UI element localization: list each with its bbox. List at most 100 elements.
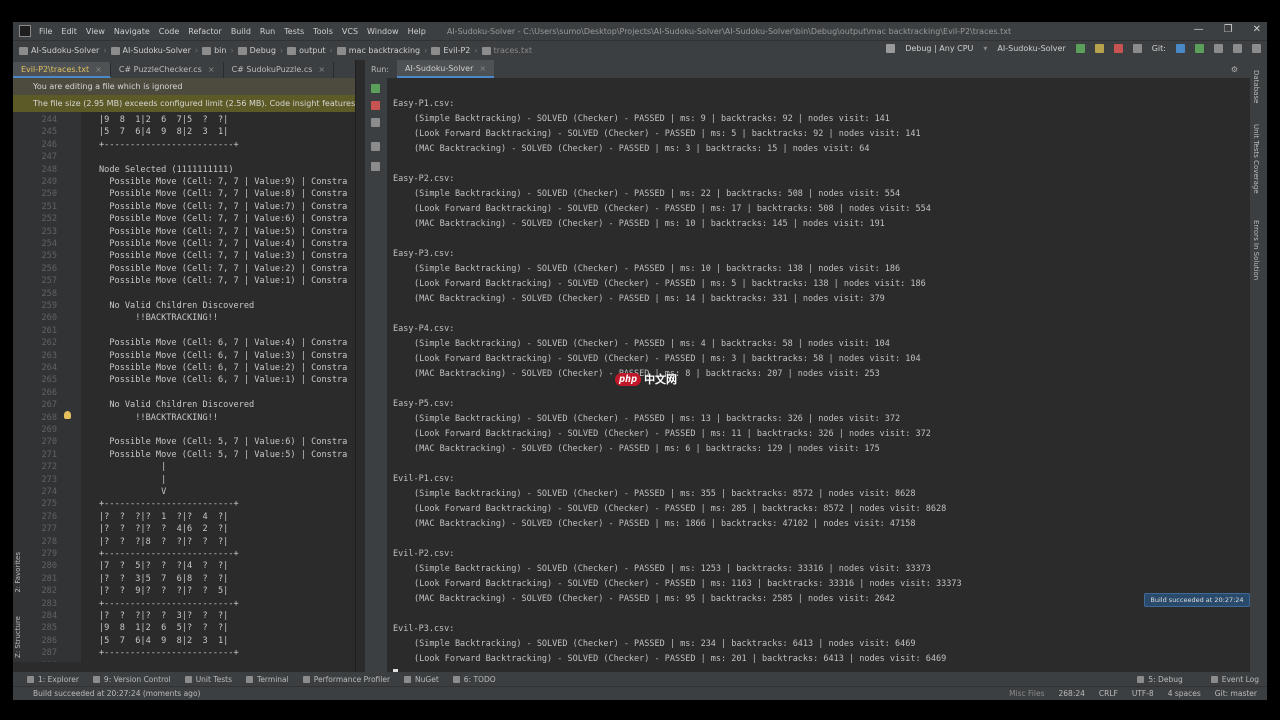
git-branch[interactable]: Git: master [1215,689,1257,698]
ignored-file-banner: You are editing a file which is ignored [13,78,355,95]
tab-puzzlechecker[interactable]: C# PuzzleChecker.cs × [111,62,224,78]
close-tab-icon[interactable]: × [479,64,486,73]
breadcrumb-file[interactable]: traces.txt [481,46,532,55]
code-line: 255 Possible Move (Cell: 7, 7 | Value:3)… [13,250,355,262]
tab-sudokupuzzle[interactable]: C# SudokuPuzzle.cs × [224,62,335,78]
git-update-icon[interactable] [1176,44,1185,53]
breadcrumb-project[interactable]: AI-Sudoku-Solver › [110,46,203,55]
tool-database[interactable]: Database [1252,70,1260,103]
file-size-warning-banner: The file size (2.95 MB) exceeds configur… [13,95,355,112]
code-line: 249 Possible Move (Cell: 7, 7 | Value:9)… [13,176,355,188]
hammer-icon[interactable] [886,44,896,53]
minimize-icon[interactable]: — [1194,24,1204,35]
tool-favorites[interactable]: 2: Favorites [14,552,22,593]
close-tab-icon[interactable]: × [318,65,325,74]
navigation-bar: AI-Sudoku-Solver › AI-Sudoku-Solver › bin ›… [13,40,1267,60]
tab-traces-txt[interactable]: Evil-P2\traces.txt × [13,62,111,78]
tool-errors-in-solution[interactable]: Errors In Solution [1252,220,1260,280]
menu-code[interactable]: Code [159,27,179,36]
code-line: 263 Possible Move (Cell: 6, 7 | Value:3)… [13,350,355,362]
breadcrumb-bin[interactable]: bin › [202,46,238,55]
clear-icon[interactable] [371,162,380,171]
run-icon[interactable] [1075,44,1085,53]
file-encoding[interactable]: UTF-8 [1132,689,1154,698]
code-line: 277 |? ? ?|? ? 4|6 2 ?| [13,523,355,535]
menu-vcs[interactable]: VCS [342,27,358,36]
menu-file[interactable]: File [39,27,52,36]
git-commit-icon[interactable] [1195,44,1204,53]
settings-icon[interactable] [1233,44,1242,53]
run-tab[interactable]: AI-Sudoku-Solver × [397,60,495,78]
breadcrumb-evil-p2[interactable]: Evil-P2 › [431,46,481,55]
menu-view[interactable]: View [86,27,105,36]
line-separator[interactable]: CRLF [1099,689,1118,698]
breadcrumb-solution[interactable]: AI-Sudoku-Solver › [19,46,111,55]
scroll-to-end-icon[interactable] [371,142,380,151]
tool-label: 1: Explorer [38,674,79,684]
console-result-line: (Look Forward Backtracking) - SOLVED (Ch… [414,354,921,364]
lightbulb-icon[interactable] [64,411,71,419]
status-bar: Build succeeded at 20:27:24 (moments ago… [13,686,1267,700]
breadcrumb-label: AI-Sudoku-Solver [122,46,191,55]
menu-tools[interactable]: Tools [313,27,333,36]
code-line: 247 [13,151,355,163]
tool-event-log[interactable]: Event Log [1210,675,1259,684]
restore-icon[interactable]: ❐ [1224,24,1233,35]
stop-icon[interactable] [371,101,380,110]
tool-unit-tests[interactable]: Unit Tests [184,675,232,684]
line-number: 265 [41,375,57,386]
line-number: 257 [41,276,57,287]
search-icon[interactable] [1252,44,1261,53]
menu-run[interactable]: Run [260,27,275,36]
build-notification[interactable]: Build succeeded at 20:27:24 [1144,593,1250,607]
tool-nuget[interactable]: NuGet [404,675,439,684]
code-line: 244 |9 8 1|2 6 7|5 ? ?| [13,114,355,126]
nuget-icon [404,675,412,683]
rider-logo-icon [19,25,31,37]
breadcrumb-separator: › [474,46,478,55]
status-indicators: Misc Files 268:24 CRLF UTF-8 4 spaces Gi… [1009,689,1257,698]
close-tab-icon[interactable]: × [208,65,215,74]
menu-edit[interactable]: Edit [61,27,77,36]
close-tab-icon[interactable]: × [95,65,102,74]
menu-tests[interactable]: Tests [284,27,304,36]
breadcrumb-debug[interactable]: Debug › [237,46,288,55]
project-select[interactable]: AI-Sudoku-Solver [997,44,1065,53]
coverage-icon[interactable] [1132,44,1142,53]
code-line: 260 !!BACKTRACKING!! [13,312,355,324]
file-context[interactable]: Misc Files [1009,689,1044,698]
configuration-select[interactable]: Debug | Any CPU [905,44,973,53]
code-area[interactable]: 244 |9 8 1|2 6 7|5 ? ?| 245 |5 7 6|4 9 8|2 … [13,112,355,662]
menu-navigate[interactable]: Navigate [114,27,150,36]
gear-icon[interactable]: ⚙ [1231,65,1238,74]
menu-help[interactable]: Help [408,27,426,36]
rerun-icon[interactable] [371,84,380,93]
tool-performance-profiler[interactable]: Performance Profiler [302,675,390,684]
close-icon[interactable]: ✕ [1253,24,1261,35]
console-result-line: (Simple Backtracking) - SOLVED (Checker)… [414,339,890,349]
indent-setting[interactable]: 4 spaces [1168,689,1201,698]
caret-position[interactable]: 268:24 [1059,689,1085,698]
tool-explorer[interactable]: 1: Explorer [27,675,79,684]
line-number: 245 [41,127,57,138]
line-number: 278 [41,536,57,547]
tool-unit-tests-coverage[interactable]: Unit Tests Coverage [1252,124,1260,194]
breadcrumb-output[interactable]: output › [287,46,337,55]
menu-refactor[interactable]: Refactor [188,27,222,36]
breadcrumb-mac-backtracking[interactable]: mac backtracking › [336,46,432,55]
stop-icon[interactable] [1113,44,1123,53]
tool-structure[interactable]: Z: Structure [14,616,22,658]
debug-icon[interactable] [1094,44,1104,53]
line-number: 249 [41,177,57,187]
tool-version-control[interactable]: 9: Version Control [92,675,171,684]
menu-build[interactable]: Build [231,27,251,36]
menu-window[interactable]: Window [367,27,399,36]
panel-splitter[interactable] [355,60,365,680]
run-console[interactable]: Easy-P1.csv: (Simple Backtracking) - SOLV… [387,78,1242,683]
tool-terminal[interactable]: Terminal [246,675,289,684]
tool-todo[interactable]: 6: TODO [452,675,496,684]
console-file-heading: Easy-P3.csv: [393,249,455,259]
undo-icon[interactable] [1214,44,1223,53]
tool-debug[interactable]: 5: Debug [1137,675,1183,684]
pin-icon[interactable] [371,118,380,127]
